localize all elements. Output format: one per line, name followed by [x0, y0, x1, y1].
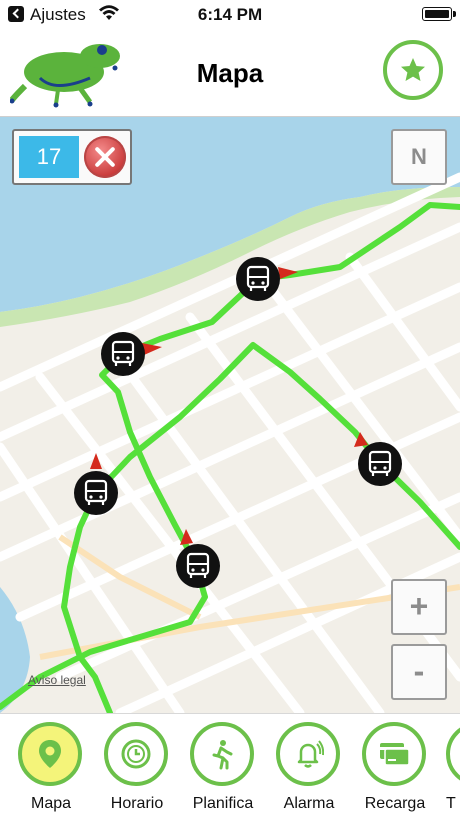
header: Mapa — [0, 30, 460, 117]
tab-horario[interactable]: Horario — [102, 722, 172, 812]
tab-mapa[interactable]: Mapa — [16, 722, 86, 812]
zoom-out-button[interactable]: - — [391, 644, 447, 700]
favorite-button[interactable] — [383, 40, 443, 100]
tab-label: Alarma — [283, 795, 335, 812]
clock-icon — [121, 739, 151, 769]
bus-stop-marker[interactable] — [358, 442, 402, 486]
line-number-badge[interactable]: 17 — [19, 136, 79, 178]
legal-notice-link[interactable]: Aviso legal — [28, 673, 86, 687]
tab-recarga[interactable]: Recarga — [360, 722, 430, 812]
bus-stop-marker[interactable] — [236, 257, 280, 301]
bus-stop-marker[interactable] — [101, 332, 145, 376]
clock-time: 6:14 PM — [197, 5, 263, 24]
bell-icon — [297, 740, 324, 768]
battery-icon — [422, 7, 456, 21]
status-bar: Ajustes 6:14 PM — [0, 0, 460, 30]
tab-more[interactable]: T — [446, 722, 460, 812]
tab-label: Mapa — [30, 795, 72, 812]
bus-stop-marker[interactable] — [176, 544, 220, 588]
walking-person-icon — [212, 740, 233, 770]
selected-line-panel: 17 — [12, 129, 132, 185]
tab-alarma[interactable]: Alarma — [274, 722, 344, 812]
compass-button[interactable]: N — [391, 129, 447, 185]
map-view[interactable]: 17 N + - Aviso legal — [0, 117, 460, 713]
tab-label: T — [446, 795, 456, 812]
bus-stop-marker[interactable] — [74, 471, 118, 515]
tab-label: Horario — [110, 795, 164, 812]
map-pin-icon — [39, 740, 61, 768]
star-icon — [401, 58, 425, 81]
tab-label: Planifica — [192, 795, 254, 812]
clear-selection-icon[interactable] — [84, 136, 126, 178]
tab-planifica[interactable]: Planifica — [188, 722, 258, 812]
tab-label: Recarga — [364, 795, 426, 812]
tab-bar: Mapa Horario Planifica Alarma Recarga T — [0, 713, 460, 819]
card-icon — [380, 743, 410, 766]
zoom-in-button[interactable]: + — [391, 579, 447, 635]
